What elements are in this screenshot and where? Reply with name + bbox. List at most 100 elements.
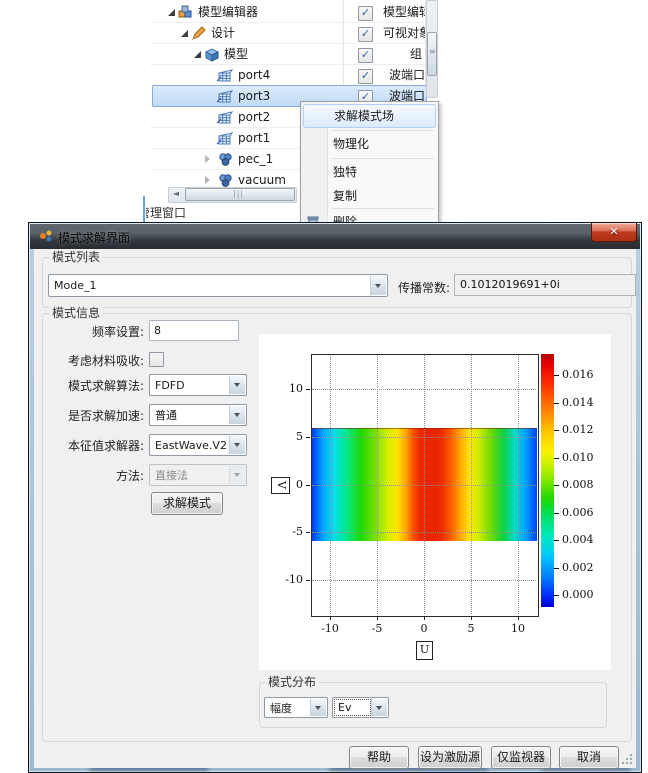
port-icon	[216, 68, 232, 83]
colorbar-tick	[554, 430, 559, 431]
menu-item-独特[interactable]: 独特	[303, 160, 436, 184]
field-component-select[interactable]: Ev	[332, 697, 389, 718]
colorbar-tick-label: 0.010	[562, 451, 602, 464]
x-tick-label: 0	[412, 622, 436, 635]
footer-button-设为激励源[interactable]: 设为激励源	[418, 746, 482, 769]
dialog-titlebar[interactable]: 模式求解界面	[30, 224, 640, 249]
chevron-down-icon[interactable]	[371, 699, 387, 716]
menu-separator	[331, 130, 434, 131]
close-button[interactable]: ✕	[591, 223, 637, 242]
chevron-down-icon	[229, 466, 245, 484]
dist-type-select[interactable]: 幅度	[264, 697, 328, 718]
y-tick	[306, 580, 310, 581]
mode-info-group-label: 模式信息	[49, 307, 103, 319]
chevron-down-icon[interactable]	[229, 376, 245, 394]
grid-line-h	[312, 437, 536, 438]
dialog-content: 模式列表 Mode_1 传播常数: 0.1012019691+0i 模式信息 频…	[34, 249, 636, 768]
algorithm-select[interactable]: FDFD	[149, 374, 247, 396]
x-tick-label: 5	[459, 622, 483, 635]
model-editor-icon	[178, 5, 194, 20]
grid-line-h	[312, 580, 536, 581]
menu-item-物理化[interactable]: 物理化	[303, 132, 436, 156]
algorithm-label: 模式求解算法:	[44, 377, 144, 394]
visibility-checkbox[interactable]: ✓	[358, 27, 373, 42]
y-tick-label: -10	[277, 573, 303, 586]
x-tick	[377, 616, 378, 620]
app-icon	[38, 228, 54, 247]
y-tick	[306, 485, 310, 486]
chevron-down-icon[interactable]	[229, 436, 245, 454]
y-tick-label: 10	[277, 382, 303, 395]
dialog-title: 模式求解界面	[58, 229, 130, 246]
x-tick-label: -5	[365, 622, 389, 635]
colorbar-tick	[554, 403, 559, 404]
accelerate-select-value: 普通	[155, 405, 177, 425]
method-label: 方法:	[44, 467, 144, 484]
group-icon	[218, 173, 234, 188]
tree-item-label: port4	[238, 65, 270, 86]
propagation-label: 传播常数:	[364, 279, 450, 296]
accelerate-select[interactable]: 普通	[149, 404, 247, 426]
footer-button-仅监视器[interactable]: 仅监视器	[491, 746, 551, 769]
mode-select[interactable]: Mode_1	[48, 274, 388, 297]
tree-type-cell: 波端口	[389, 65, 425, 86]
x-tick	[330, 616, 331, 620]
menu-item-求解模式场[interactable]: 求解模式场	[303, 104, 436, 128]
y-tick-label: 5	[277, 430, 303, 443]
visibility-checkbox[interactable]: ✓	[358, 6, 373, 21]
eigensolver-label: 本征值求解器:	[44, 437, 144, 454]
collapse-arrow-icon[interactable]	[205, 176, 210, 184]
scrollbar-grip-icon: ≡	[429, 48, 436, 56]
model-cube-icon	[204, 47, 220, 62]
visibility-checkbox[interactable]: ✓	[358, 69, 373, 84]
close-icon: ✕	[609, 225, 618, 238]
y-tick	[306, 389, 310, 390]
absorption-checkbox[interactable]	[149, 352, 164, 367]
chevron-down-icon[interactable]	[310, 699, 326, 716]
dist-type-select-value: 幅度	[270, 698, 292, 717]
propagation-value: 0.1012019691+0i	[454, 274, 636, 296]
scrollbar-grip-icon: |||	[233, 190, 244, 198]
frequency-input[interactable]: 8	[149, 320, 239, 341]
field-component-select-value: Ev	[338, 698, 351, 717]
tree-item-label: 设计	[211, 23, 235, 44]
chevron-down-icon[interactable]	[229, 406, 245, 424]
port-icon	[216, 131, 232, 146]
mode-select-value: Mode_1	[54, 275, 96, 296]
scroll-left-arrow-icon[interactable]: ◄	[170, 188, 182, 200]
algorithm-select-value: FDFD	[155, 375, 185, 395]
footer-button-取消[interactable]: 取消	[559, 746, 619, 769]
mode-field-plot: -10-505101050-5-10VU0.0160.0140.0120.010…	[259, 334, 611, 670]
eigensolver-select[interactable]: EastWave.V2	[149, 434, 247, 456]
expand-arrow-icon[interactable]	[181, 30, 188, 37]
visibility-checkbox[interactable]: ✓	[358, 48, 373, 63]
x-axis-label: U	[416, 641, 433, 660]
menu-item-复制[interactable]: 复制	[303, 184, 436, 208]
collapse-arrow-icon[interactable]	[205, 155, 210, 163]
grid-line-h	[312, 389, 536, 390]
y-axis-label: V	[271, 477, 290, 494]
eigensolver-select-value: EastWave.V2	[155, 435, 227, 455]
colorbar-tick	[554, 458, 559, 459]
accelerate-label: 是否求解加速:	[44, 407, 144, 424]
tree-item-label: port2	[238, 107, 270, 128]
colorbar-tick-label: 0.016	[562, 368, 602, 381]
x-tick-label: -10	[318, 622, 342, 635]
method-select-value: 直接法	[155, 465, 188, 485]
tree-item-label: port3	[238, 86, 270, 107]
colorbar-tick	[554, 375, 559, 376]
mode-list-group-label: 模式列表	[49, 251, 103, 263]
footer-button-帮助[interactable]: 帮助	[349, 746, 409, 769]
tree-item-label: 模型	[224, 44, 248, 65]
expand-arrow-icon[interactable]	[194, 51, 201, 58]
tree-type-cell: 可视对象	[383, 23, 425, 44]
resize-grip[interactable]	[621, 753, 633, 765]
y-tick	[306, 532, 310, 533]
mode-solver-dialog: 模式求解界面 ✕ 模式列表 Mode_1 传播常数: 0.1012019691+…	[28, 222, 642, 773]
panel-edge	[143, 196, 145, 222]
port-icon	[216, 110, 232, 125]
panel-label: 管理窗口	[146, 204, 206, 222]
y-tick	[306, 437, 310, 438]
expand-arrow-icon[interactable]	[168, 9, 175, 16]
solve-mode-button[interactable]: 求解模式	[151, 492, 223, 515]
